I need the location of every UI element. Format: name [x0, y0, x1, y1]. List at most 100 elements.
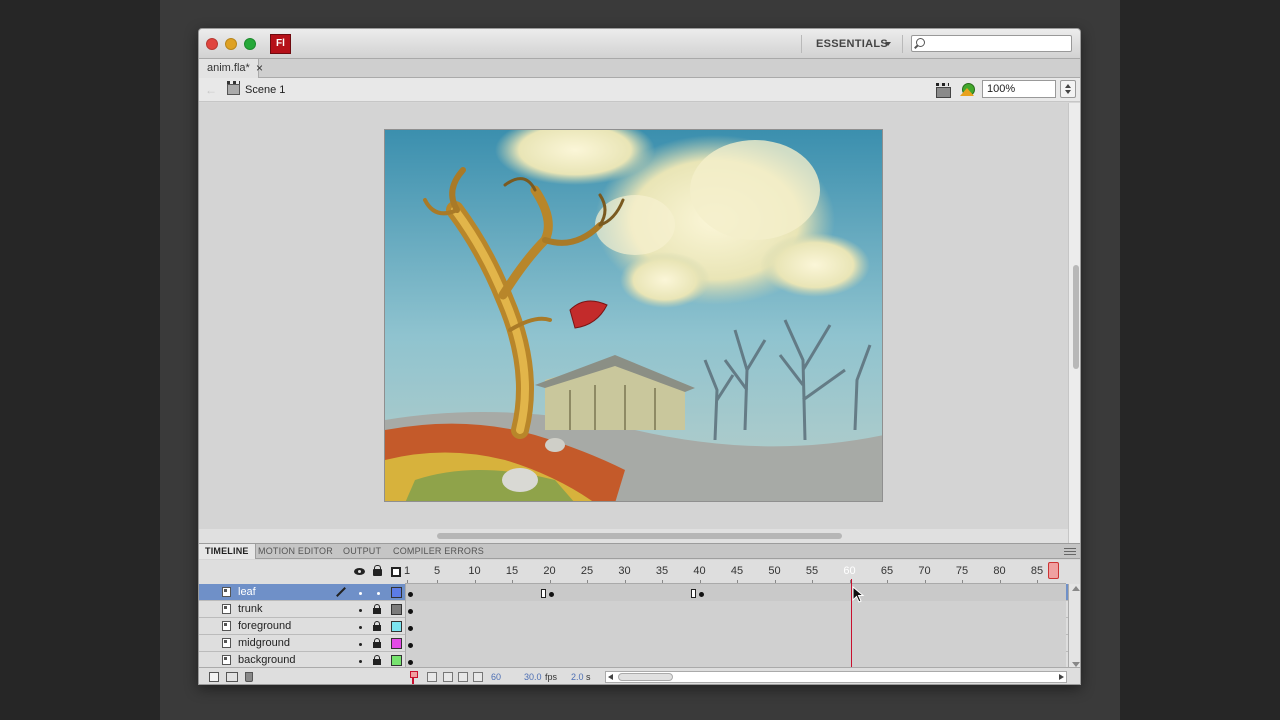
layer-frames[interactable]	[405, 618, 1066, 635]
timeline-header: 1 5 10 15 20 25 30 35 40 45 50 55 60 65 70 75 80 85	[199, 560, 1080, 584]
ruler-tick	[587, 580, 588, 583]
search-icon	[916, 38, 925, 47]
edit-scene-icon[interactable]	[936, 83, 951, 98]
minimize-window-button[interactable]	[225, 38, 237, 50]
zoom-stepper[interactable]	[1060, 80, 1076, 98]
desktop-right-margin	[1120, 0, 1280, 720]
current-frame-value[interactable]: 60	[491, 668, 501, 684]
layer-name[interactable]: leaf	[238, 584, 256, 601]
visibility-toggle[interactable]	[359, 609, 362, 612]
ruler-label-45: 45	[730, 565, 744, 577]
ruler-label-30: 30	[618, 565, 631, 577]
outline-color-swatch[interactable]	[391, 604, 402, 615]
keyframe[interactable]	[699, 592, 704, 597]
outline-color-swatch[interactable]	[391, 638, 402, 649]
edit-multiple-frames-icon[interactable]	[458, 672, 468, 682]
lock-icon[interactable]	[373, 638, 381, 648]
visibility-toggle[interactable]	[359, 592, 362, 595]
frame-span-end[interactable]	[691, 589, 696, 598]
layer-row-midground[interactable]: midground	[199, 635, 1068, 652]
ruler-tick	[999, 580, 1001, 583]
onion-outline-icon[interactable]	[443, 672, 453, 682]
layer-row-foreground[interactable]: foreground	[199, 618, 1068, 635]
layer-name[interactable]: midground	[238, 635, 290, 652]
stage-pasteboard[interactable]	[199, 103, 1068, 543]
visibility-toggle[interactable]	[359, 643, 362, 646]
timeline-vertical-scrollbar[interactable]	[1068, 584, 1080, 669]
new-folder-icon[interactable]	[226, 672, 238, 682]
zoom-window-button[interactable]	[244, 38, 256, 50]
layer-name[interactable]: trunk	[238, 601, 262, 618]
visibility-toggle[interactable]	[359, 660, 362, 663]
panel-menu-icon[interactable]	[1064, 548, 1076, 555]
zoom-input[interactable]: 100%	[982, 80, 1056, 98]
playhead-marker[interactable]	[1048, 562, 1059, 579]
tab-output[interactable]: OUTPUT	[337, 544, 387, 559]
lock-all-icon[interactable]	[373, 565, 382, 576]
close-tab-icon[interactable]: ×	[256, 59, 263, 78]
lock-icon[interactable]	[373, 604, 381, 614]
ruler-tick	[1037, 580, 1038, 583]
tab-compiler-errors[interactable]: COMPILER ERRORS	[387, 544, 490, 559]
timeline-hscroll-thumb[interactable]	[618, 673, 673, 681]
ruler-label-75: 75	[955, 565, 969, 577]
ruler-tick	[812, 580, 813, 583]
layer-row-leaf[interactable]: leaf	[199, 584, 1068, 601]
stage-vertical-scrollbar[interactable]	[1068, 103, 1080, 543]
edit-symbols-icon[interactable]	[960, 82, 975, 96]
outline-color-swatch[interactable]	[391, 655, 402, 666]
layer-frames[interactable]	[405, 601, 1066, 618]
document-tab[interactable]: anim.fla*	[199, 59, 259, 78]
title-bar: Fl ESSENTIALS	[199, 29, 1080, 59]
layer-frames[interactable]	[405, 584, 1066, 601]
ruler-tick	[737, 580, 738, 583]
scroll-left-arrow-icon[interactable]	[608, 674, 613, 680]
outline-color-swatch[interactable]	[391, 621, 402, 632]
keyframe[interactable]	[408, 592, 413, 597]
lock-icon[interactable]	[373, 621, 381, 631]
new-layer-icon[interactable]	[209, 672, 219, 682]
workspace-switcher[interactable]: ESSENTIALS	[801, 35, 888, 53]
stage-hscroll-thumb[interactable]	[437, 533, 842, 539]
stage-artwork[interactable]	[384, 129, 883, 502]
landscape-painting	[385, 130, 882, 501]
document-tab-bar: anim.fla* ×	[199, 59, 1080, 78]
layer-row-trunk[interactable]: trunk	[199, 601, 1068, 618]
chevron-down-icon[interactable]	[885, 42, 891, 46]
visibility-toggle[interactable]	[359, 626, 362, 629]
stage-vscroll-thumb[interactable]	[1073, 265, 1079, 369]
layer-frames[interactable]	[405, 635, 1066, 652]
tab-motion-editor[interactable]: MOTION EDITOR	[252, 544, 339, 559]
onion-skin-icon[interactable]	[427, 672, 437, 682]
tab-timeline[interactable]: TIMELINE	[199, 544, 256, 559]
elapsed-time-value[interactable]: 2.0	[571, 668, 584, 684]
scroll-right-arrow-icon[interactable]	[1059, 674, 1064, 680]
center-frame-icon[interactable]	[410, 671, 418, 684]
frame-ruler[interactable]: 1 5 10 15 20 25 30 35 40 45 50 55 60 65 70 75 80 85	[404, 560, 1066, 584]
frame-span-end[interactable]	[541, 589, 546, 598]
stage-horizontal-scrollbar[interactable]	[199, 529, 1068, 543]
timeline-horizontal-scrollbar[interactable]	[605, 671, 1067, 683]
show-hide-all-icon[interactable]	[354, 568, 365, 575]
frame-rate-value[interactable]: 30.0	[524, 668, 542, 684]
lock-toggle[interactable]	[377, 592, 380, 595]
keyframe[interactable]	[549, 592, 554, 597]
layer-name[interactable]: foreground	[238, 618, 291, 635]
ruler-tick	[407, 580, 408, 583]
trash-icon[interactable]	[245, 672, 253, 682]
desktop-left-margin	[0, 0, 160, 720]
help-search-input[interactable]	[911, 35, 1072, 52]
keyframe[interactable]	[408, 609, 413, 614]
scene-breadcrumb[interactable]: Scene 1	[245, 78, 285, 102]
modify-markers-icon[interactable]	[473, 672, 483, 682]
close-window-button[interactable]	[206, 38, 218, 50]
keyframe[interactable]	[408, 626, 413, 631]
keyframe[interactable]	[408, 643, 413, 648]
pencil-icon	[335, 586, 346, 597]
lock-icon[interactable]	[373, 655, 381, 665]
ruler-label-55: 55	[805, 565, 819, 577]
frame-rate-unit: fps	[545, 672, 558, 682]
outline-all-icon[interactable]	[391, 567, 401, 577]
keyframe[interactable]	[408, 660, 413, 665]
outline-color-swatch[interactable]	[391, 587, 402, 598]
